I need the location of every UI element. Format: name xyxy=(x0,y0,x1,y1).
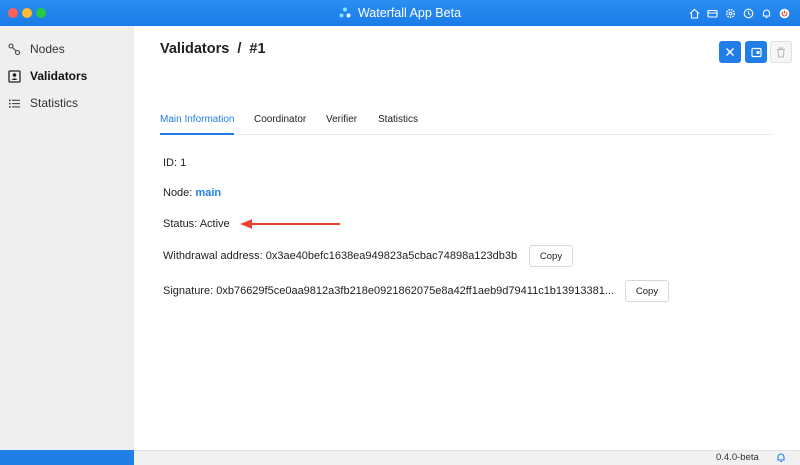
sidebar-item-label: Validators xyxy=(30,69,88,83)
signature-label: Signature: xyxy=(163,285,214,297)
trash-icon xyxy=(777,47,785,57)
edit-panel-icon xyxy=(750,47,762,57)
node-label: Node: xyxy=(163,187,193,199)
copy-signature-button[interactable]: Copy xyxy=(625,280,669,302)
node-link[interactable]: main xyxy=(195,187,221,199)
close-button[interactable] xyxy=(719,41,741,63)
sidebar-item-nodes[interactable]: Nodes xyxy=(7,39,65,59)
history-icon[interactable] xyxy=(743,6,754,19)
waterfall-logo-icon xyxy=(339,7,351,18)
sidebar-footer-bar xyxy=(0,450,134,465)
signature-value: 0xb76629f5ce0aa9812a3fb218e0921862075e8a… xyxy=(216,285,615,297)
page-title: Validators / #1 xyxy=(160,41,266,57)
sidebar-item-statistics[interactable]: Statistics xyxy=(7,93,78,113)
nodes-icon xyxy=(7,42,21,56)
status-field: Status: Active xyxy=(163,218,230,230)
node-field: Node: main xyxy=(163,187,221,199)
bell-icon[interactable] xyxy=(776,452,786,463)
tab-statistics[interactable]: Statistics xyxy=(378,114,418,125)
edit-button[interactable] xyxy=(745,41,767,63)
status-value: Active xyxy=(199,218,230,230)
page-title-separator: / xyxy=(237,41,242,57)
notifications-icon[interactable] xyxy=(761,6,772,18)
window-title: Waterfall App Beta xyxy=(357,6,462,20)
app-version: 0.4.0-beta xyxy=(716,452,759,463)
id-value: 1 xyxy=(180,157,187,169)
tab-main-information[interactable]: Main Information xyxy=(160,114,234,125)
wallet-icon[interactable] xyxy=(707,6,718,18)
active-tab-indicator xyxy=(160,133,234,135)
page-title-section: Validators xyxy=(160,41,230,57)
withdrawal-address-value: 0x3ae40befc1638ea949823a5cbac74898a123db… xyxy=(265,250,518,262)
title-bar: Waterfall App Beta xyxy=(0,0,800,26)
settings-icon[interactable] xyxy=(725,6,736,18)
withdrawal-address-field: Withdrawal address: 0x3ae40befc1638ea949… xyxy=(163,250,517,262)
window-title-container: Waterfall App Beta xyxy=(0,6,800,20)
title-bar-icons xyxy=(689,6,790,19)
sidebar-item-label: Statistics xyxy=(30,96,79,110)
id-label: ID: xyxy=(163,157,178,169)
list-icon xyxy=(7,96,21,110)
tab-bar: Main Information Coordinator Verifier St… xyxy=(160,112,772,135)
home-icon[interactable] xyxy=(689,6,700,19)
annotation-arrow-icon xyxy=(240,219,340,229)
sidebar-item-validators[interactable]: Validators xyxy=(7,66,87,86)
copy-withdrawal-address-button[interactable]: Copy xyxy=(529,245,573,267)
delete-button[interactable] xyxy=(770,41,792,63)
withdrawal-address-label: Withdrawal address: xyxy=(163,250,263,262)
sidebar-item-label: Nodes xyxy=(30,42,65,56)
page-title-id: #1 xyxy=(249,41,266,57)
sidebar xyxy=(0,26,134,450)
validators-icon xyxy=(7,69,21,83)
signature-field: Signature: 0xb76629f5ce0aa9812a3fb218e09… xyxy=(163,285,614,297)
status-label: Status: xyxy=(163,218,198,230)
status-bar xyxy=(134,450,800,465)
power-icon[interactable] xyxy=(779,6,790,19)
tab-coordinator[interactable]: Coordinator xyxy=(254,114,306,125)
id-field: ID: 1 xyxy=(163,157,186,169)
close-icon xyxy=(726,48,734,56)
tab-verifier[interactable]: Verifier xyxy=(326,114,357,125)
